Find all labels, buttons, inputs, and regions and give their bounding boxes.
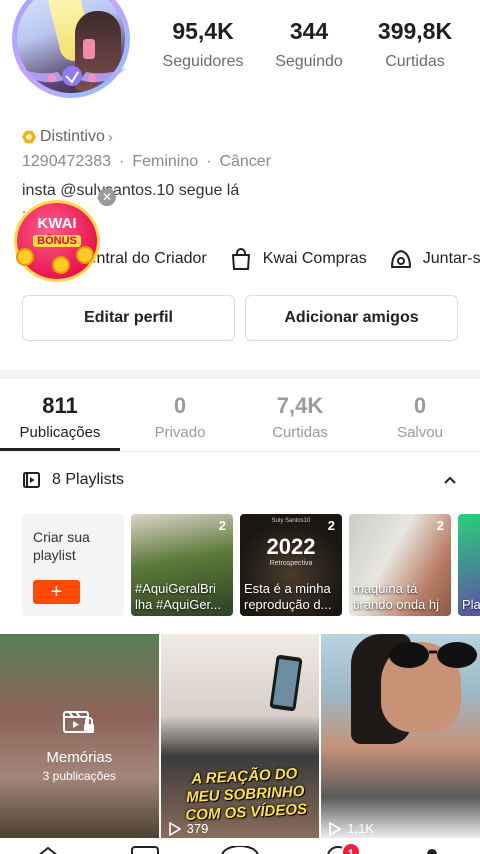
playlist-title: tirando onda hj xyxy=(353,597,440,612)
profile-stats: 95,4K Seguidores 344 Seguindo 399,8K Cur… xyxy=(150,18,468,71)
join-shortcut[interactable]: Juntar-se xyxy=(389,247,480,271)
kwai-shop-shortcut[interactable]: Kwai Compras xyxy=(229,247,367,271)
playlist-strip: Criar sua playlist + 2 #AquiGeralBri lha… xyxy=(22,514,480,616)
shopping-bag-icon xyxy=(231,248,250,270)
join-icon xyxy=(390,250,411,268)
video-tile[interactable]: A REAÇÃO DO MEU SOBRINHO COM OS VÍDEOS 3… xyxy=(160,634,320,838)
playlist-count: 2 xyxy=(327,518,335,533)
badge-link[interactable]: Distintivo › xyxy=(22,128,113,146)
playlist-card[interactable]: Suly Santos10 2 2022 Retrospectiva Esta … xyxy=(240,514,342,616)
playlist-title: #AquiGeralBri xyxy=(135,581,216,596)
view-count: 1,1K xyxy=(329,821,374,836)
avatar-wings-decoration xyxy=(18,66,126,86)
playlist-count: 2 xyxy=(218,518,226,533)
coin-icon xyxy=(52,256,70,274)
tab-saved[interactable]: 0 Salvou xyxy=(360,393,480,441)
coin-icon xyxy=(16,248,34,266)
chevron-right-icon: › xyxy=(107,128,113,146)
tab-saved-count: 0 xyxy=(413,393,427,418)
view-count-value: 1,1K xyxy=(347,821,375,836)
tab-private-count: 0 xyxy=(173,393,187,418)
create-playlist-button[interactable]: + xyxy=(33,580,80,604)
following-label: Seguindo xyxy=(275,53,343,70)
playlist-thumb-year: 2022 xyxy=(266,534,316,559)
followers-count: 95,4K xyxy=(172,18,234,44)
profile-meta: 1290472383 · Feminino · Câncer xyxy=(22,153,272,170)
zodiac-sign: Câncer xyxy=(219,153,272,170)
playlist-card[interactable]: 2 #AquiGeralBri lha #AquiGer... xyxy=(131,514,233,616)
likes-label: Curtidas xyxy=(385,53,445,70)
video-grid: Memórias 3 publicações A REAÇÃO DO MEU S… xyxy=(0,634,480,838)
playlists-count-label: 8 Playlists xyxy=(52,471,125,488)
playlist-thumb-owner: Suly Santos10 xyxy=(271,518,311,524)
memories-title: Memórias xyxy=(46,749,113,766)
playlist-thumb-caption: Retrospectiva xyxy=(269,560,313,567)
video-thumbnail-phone xyxy=(269,654,303,712)
play-icon xyxy=(168,821,181,836)
likes-stat[interactable]: 399,8K Curtidas xyxy=(362,18,468,71)
profile-icon[interactable] xyxy=(424,846,440,854)
playlist-title: maquina tá xyxy=(353,581,418,596)
tab-saved-label: Salvou xyxy=(397,424,443,441)
tabs-divider xyxy=(0,451,480,452)
chevron-up-icon[interactable] xyxy=(442,472,458,488)
join-label: Juntar-se xyxy=(422,250,480,267)
playlist-title: lha #AquiGer... xyxy=(135,597,221,612)
create-icon[interactable] xyxy=(220,846,260,854)
following-stat[interactable]: 344 Seguindo xyxy=(256,18,362,71)
likes-count: 399,8K xyxy=(377,18,453,44)
view-count-value: 379 xyxy=(186,821,209,836)
playlist-card[interactable]: 2 maquina tá tirando onda hj xyxy=(349,514,451,616)
play-icon xyxy=(329,821,342,836)
playlist-card[interactable]: 2 Pla xyxy=(458,514,480,616)
following-count: 344 xyxy=(289,18,329,44)
section-divider xyxy=(0,370,480,379)
tab-posts-label: Publicações xyxy=(19,424,101,441)
video-caption: A REAÇÃO DO MEU SOBRINHO COM OS VÍDEOS xyxy=(184,765,308,825)
kwai-bonus-subtitle: BÔNUS xyxy=(33,235,81,247)
playlist-title: Pla xyxy=(462,597,480,612)
playlist-icon xyxy=(23,472,40,488)
tab-posts[interactable]: 811 Publicações xyxy=(0,393,120,441)
create-playlist-label: Criar sua playlist xyxy=(33,529,90,563)
video-tile[interactable]: 1,1K xyxy=(321,634,480,838)
tab-posts-count: 811 xyxy=(42,393,78,418)
playlist-count: 2 xyxy=(436,518,444,533)
kwai-id: 1290472383 xyxy=(22,153,111,170)
kwai-shop-label: Kwai Compras xyxy=(262,250,367,267)
kwai-bonus-title: KWAI xyxy=(37,215,77,232)
badge-label: Distintivo xyxy=(40,128,105,145)
tab-likes-count: 7,4K xyxy=(276,393,324,418)
tab-likes[interactable]: 7,4K Curtidas xyxy=(240,393,360,441)
gender: Feminino xyxy=(132,153,199,170)
followers-label: Seguidores xyxy=(162,53,244,70)
kwai-bonus-widget[interactable]: KWAI BÔNUS ✕ xyxy=(12,188,116,284)
home-icon[interactable] xyxy=(36,846,60,854)
content-tabs: 811 Publicações 0 Privado 7,4K Curtidas … xyxy=(0,393,480,441)
bottom-navigation xyxy=(0,838,480,854)
memories-subtitle: 3 publicações xyxy=(42,769,117,783)
badge-icon xyxy=(22,130,36,144)
followers-stat[interactable]: 95,4K Seguidores xyxy=(150,18,256,71)
discover-icon[interactable] xyxy=(130,846,160,854)
create-playlist-card[interactable]: Criar sua playlist + xyxy=(22,514,124,616)
profile-avatar[interactable] xyxy=(8,0,136,112)
playlist-title: Esta é a minha xyxy=(244,581,331,596)
playlists-header[interactable]: 8 Playlists xyxy=(22,470,458,490)
tab-private[interactable]: 0 Privado xyxy=(120,393,240,441)
memories-tile[interactable]: Memórias 3 publicações xyxy=(0,634,159,838)
add-friends-button[interactable]: Adicionar amigos xyxy=(245,295,458,341)
close-icon[interactable]: ✕ xyxy=(98,188,116,206)
view-count: 379 xyxy=(168,821,209,836)
playlist-title: reprodução d... xyxy=(244,597,332,612)
memories-lock-icon xyxy=(63,711,95,733)
edit-profile-button[interactable]: Editar perfil xyxy=(22,295,235,341)
profile-actions: Editar perfil Adicionar amigos xyxy=(22,295,458,341)
tab-likes-label: Curtidas xyxy=(272,424,328,441)
sunglasses-shape xyxy=(389,642,478,668)
tab-private-label: Privado xyxy=(154,424,206,441)
